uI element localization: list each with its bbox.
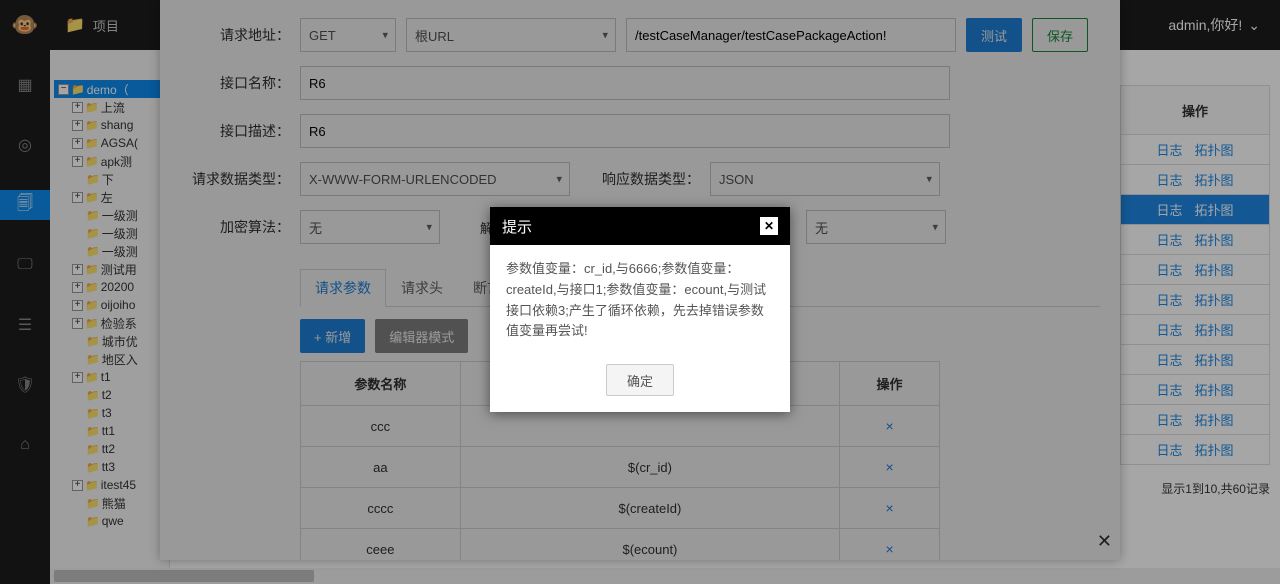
alert-ok-button[interactable]: 确定 <box>606 364 674 396</box>
alert-body: 参数值变量：cr_id,与6666;参数值变量：createId,与接口1;参数… <box>490 245 790 356</box>
alert-title: 提示 <box>502 216 532 237</box>
alert-footer: 确定 <box>490 356 790 412</box>
alert-close-icon[interactable]: ✕ <box>760 217 778 235</box>
alert-dialog: 提示 ✕ 参数值变量：cr_id,与6666;参数值变量：createId,与接… <box>490 207 790 412</box>
alert-header: 提示 ✕ <box>490 207 790 245</box>
